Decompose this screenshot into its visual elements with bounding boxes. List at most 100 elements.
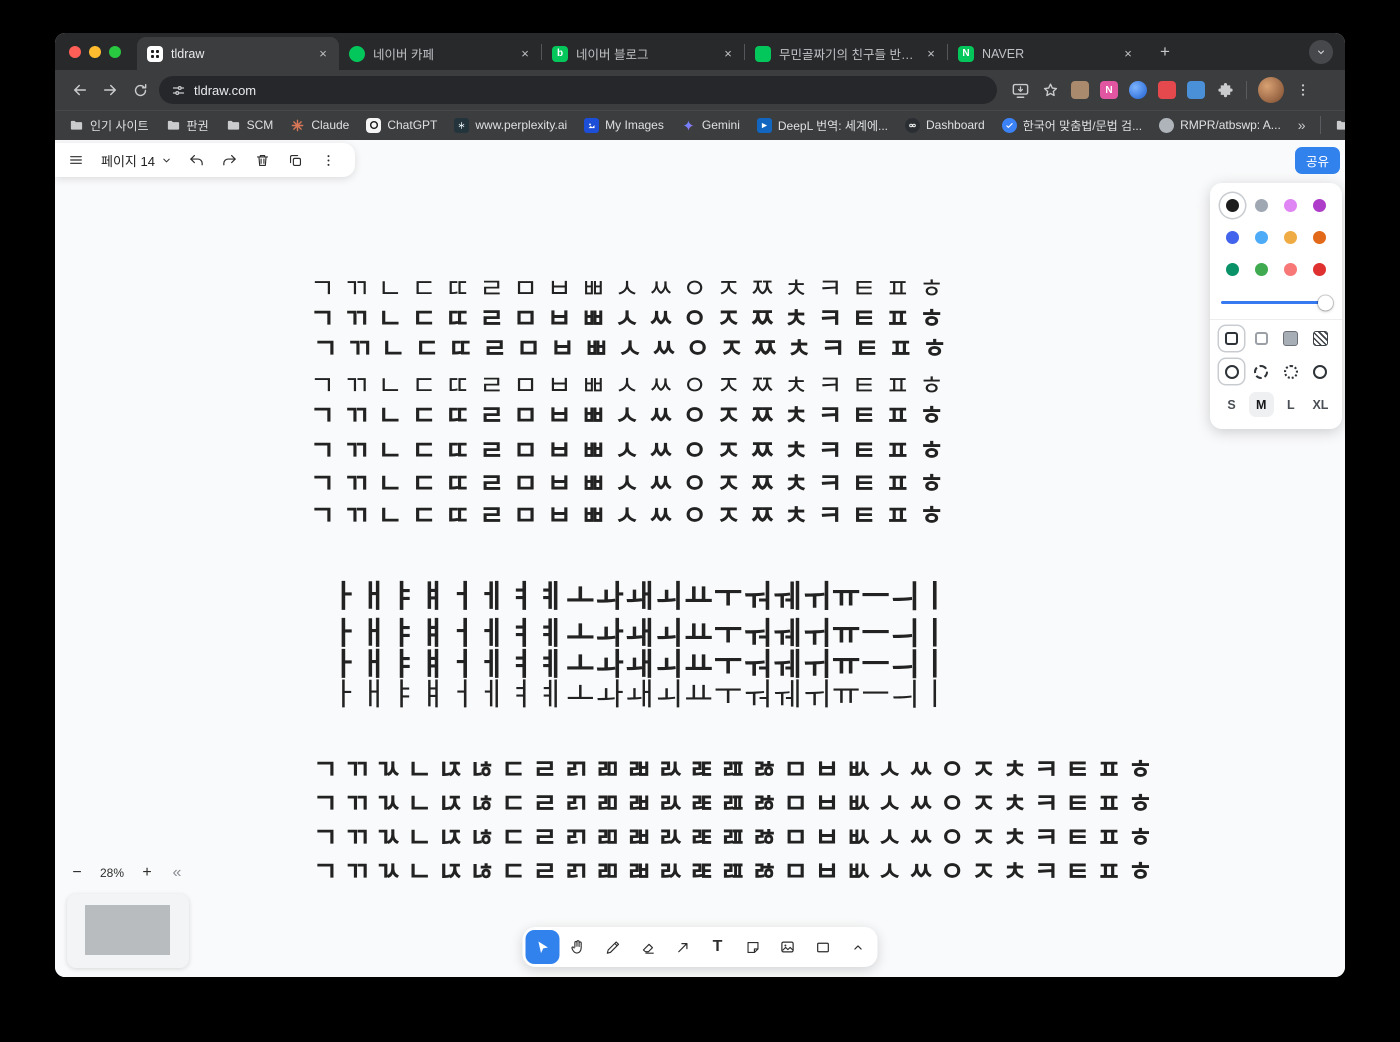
- profile-avatar[interactable]: [1258, 77, 1284, 103]
- tab-naver[interactable]: N NAVER ×: [948, 37, 1144, 70]
- dash-dashed-button[interactable]: [1249, 359, 1274, 384]
- fill-solid-button[interactable]: [1278, 326, 1303, 351]
- minimap-viewport[interactable]: [85, 905, 170, 955]
- share-button[interactable]: 공유: [1295, 147, 1340, 174]
- color-swatch-black[interactable]: [1220, 193, 1245, 218]
- color-swatch-yellow[interactable]: [1278, 225, 1303, 250]
- canvas-text-consonants[interactable]: ㄱㄲㄴㄷㄸㄹㅁㅂㅃㅅㅆㅇㅈㅉㅊㅋㅌㅍㅎ: [310, 394, 953, 433]
- extension-icon[interactable]: [1187, 81, 1205, 99]
- minimize-window-button[interactable]: [89, 46, 101, 58]
- select-tool[interactable]: [526, 930, 560, 964]
- bookmark-perplexity[interactable]: www.perplexity.ai: [454, 118, 567, 133]
- more-actions-button[interactable]: [313, 145, 345, 175]
- duplicate-button[interactable]: [280, 145, 312, 175]
- more-tools-button[interactable]: [841, 930, 875, 964]
- collapse-minimap-button[interactable]: «: [163, 859, 191, 887]
- rectangle-tool[interactable]: [806, 930, 840, 964]
- asset-tool[interactable]: [771, 930, 805, 964]
- opacity-slider[interactable]: [1221, 295, 1331, 310]
- bookmark-dashboard[interactable]: Dashboard: [905, 118, 985, 133]
- close-window-button[interactable]: [69, 46, 81, 58]
- fill-pattern-button[interactable]: [1308, 326, 1333, 351]
- hand-tool[interactable]: [561, 930, 595, 964]
- size-m-button[interactable]: M: [1249, 392, 1274, 417]
- back-button[interactable]: [65, 75, 95, 105]
- canvas-text-consonants[interactable]: ㄱㄲㄴㄷㄸㄹㅁㅂㅃㅅㅆㅇㅈㅉㅊㅋㅌㅍㅎ: [313, 327, 956, 366]
- dash-dotted-button[interactable]: [1278, 359, 1303, 384]
- dash-draw-button[interactable]: [1219, 359, 1244, 384]
- bookmark-rmpr-atbswp[interactable]: RMPR/atbswp: A...: [1159, 118, 1281, 133]
- tab-moomin-post[interactable]: 무민골짜기의 친구들 반값으로 정리 ×: [745, 37, 947, 70]
- redo-button[interactable]: [214, 145, 246, 175]
- bookmark-all-bookmarks[interactable]: 모든 북마크: [1335, 117, 1345, 134]
- minimap[interactable]: [67, 894, 189, 968]
- tab-naver-cafe[interactable]: 네이버 카페 ×: [339, 37, 541, 70]
- color-swatch-green[interactable]: [1220, 257, 1245, 282]
- close-tab-icon[interactable]: ×: [1120, 46, 1136, 62]
- bookmark-star-icon[interactable]: [1041, 81, 1060, 100]
- close-tab-icon[interactable]: ×: [315, 46, 331, 62]
- color-swatch-blue[interactable]: [1220, 225, 1245, 250]
- color-swatch-red[interactable]: [1307, 257, 1332, 282]
- zoom-out-button[interactable]: −: [63, 859, 91, 887]
- new-tab-button[interactable]: +: [1152, 39, 1178, 65]
- delete-button[interactable]: [247, 145, 279, 175]
- size-s-button[interactable]: S: [1219, 392, 1244, 417]
- bookmark-claude[interactable]: Claude: [290, 118, 349, 133]
- tab-search-button[interactable]: [1309, 40, 1333, 64]
- fill-semi-button[interactable]: [1249, 326, 1274, 351]
- color-swatch-violet[interactable]: [1307, 193, 1332, 218]
- page-menu-button[interactable]: 페이지 14: [93, 145, 180, 175]
- tldraw-canvas[interactable]: 페이지 14 공유: [55, 140, 1345, 977]
- main-menu-button[interactable]: [60, 145, 92, 175]
- forward-button[interactable]: [95, 75, 125, 105]
- note-tool[interactable]: [736, 930, 770, 964]
- arrow-tool[interactable]: [666, 930, 700, 964]
- zoom-level[interactable]: 28%: [93, 866, 131, 880]
- bookmark-scm[interactable]: SCM: [226, 118, 274, 133]
- extension-icon[interactable]: [1071, 81, 1089, 99]
- text-tool[interactable]: T: [701, 930, 735, 964]
- canvas-text-vowels[interactable]: ㅏㅐㅑㅒㅓㅔㅕㅖㅗㅘㅙㅚㅛㅜㅝㅞㅟㅠㅡㅢㅣ: [330, 669, 950, 714]
- dash-solid-button[interactable]: [1308, 359, 1333, 384]
- bookmark-korean-checker[interactable]: 한국어 맞춤법/문법 검...: [1002, 117, 1142, 134]
- size-xl-button[interactable]: XL: [1308, 392, 1333, 417]
- bookmark-popular-sites[interactable]: 인기 사이트: [69, 117, 149, 134]
- bookmark-deepl[interactable]: DeepL 번역: 세계에...: [757, 117, 888, 134]
- extension-icon[interactable]: [1158, 81, 1176, 99]
- fullscreen-window-button[interactable]: [109, 46, 121, 58]
- color-swatch-light-red[interactable]: [1278, 257, 1303, 282]
- reload-button[interactable]: [125, 75, 155, 105]
- color-swatch-light-blue[interactable]: [1249, 225, 1274, 250]
- toolbar-divider: [1246, 81, 1247, 99]
- fill-none-button[interactable]: [1219, 326, 1244, 351]
- bookmark-my-images[interactable]: My Images: [584, 118, 664, 133]
- tab-naver-blog[interactable]: b 네이버 블로그 ×: [542, 37, 744, 70]
- close-tab-icon[interactable]: ×: [517, 46, 533, 62]
- tab-tldraw[interactable]: tldraw ×: [137, 37, 339, 70]
- canvas-text-clusters[interactable]: ㄱㄲㄳㄴㄵㄶㄷㄹㄺㄻㄼㄽㄾㄿㅀㅁㅂㅄㅅㅆㅇㅈㅊㅋㅌㅍㅎ: [313, 850, 1159, 889]
- close-tab-icon[interactable]: ×: [720, 46, 736, 62]
- canvas-text-consonants[interactable]: ㄱㄲㄴㄷㄸㄹㅁㅂㅃㅅㅆㅇㅈㅉㅊㅋㅌㅍㅎ: [310, 494, 953, 533]
- close-tab-icon[interactable]: ×: [923, 46, 939, 62]
- opacity-slider-thumb[interactable]: [1318, 295, 1333, 310]
- bookmark-chatgpt[interactable]: ChatGPT: [366, 118, 437, 133]
- color-swatch-light-violet[interactable]: [1278, 193, 1303, 218]
- size-l-button[interactable]: L: [1278, 392, 1303, 417]
- undo-button[interactable]: [181, 145, 213, 175]
- color-swatch-light-green[interactable]: [1249, 257, 1274, 282]
- address-bar[interactable]: tldraw.com: [159, 76, 997, 104]
- zoom-in-button[interactable]: +: [133, 859, 161, 887]
- send-to-device-icon[interactable]: [1011, 81, 1030, 100]
- draw-tool[interactable]: [596, 930, 630, 964]
- eraser-tool[interactable]: [631, 930, 665, 964]
- browser-menu-kebab-icon[interactable]: [1295, 82, 1311, 98]
- extension-icon[interactable]: N: [1100, 81, 1118, 99]
- color-swatch-orange[interactable]: [1307, 225, 1332, 250]
- bookmark-gemini[interactable]: Gemini: [681, 118, 740, 133]
- bookmarks-overflow-chevron[interactable]: »: [1298, 117, 1306, 133]
- extension-icon[interactable]: [1129, 81, 1147, 99]
- extensions-puzzle-icon[interactable]: [1216, 81, 1235, 100]
- color-swatch-grey[interactable]: [1249, 193, 1274, 218]
- bookmark-pangwon[interactable]: 판권: [166, 117, 209, 134]
